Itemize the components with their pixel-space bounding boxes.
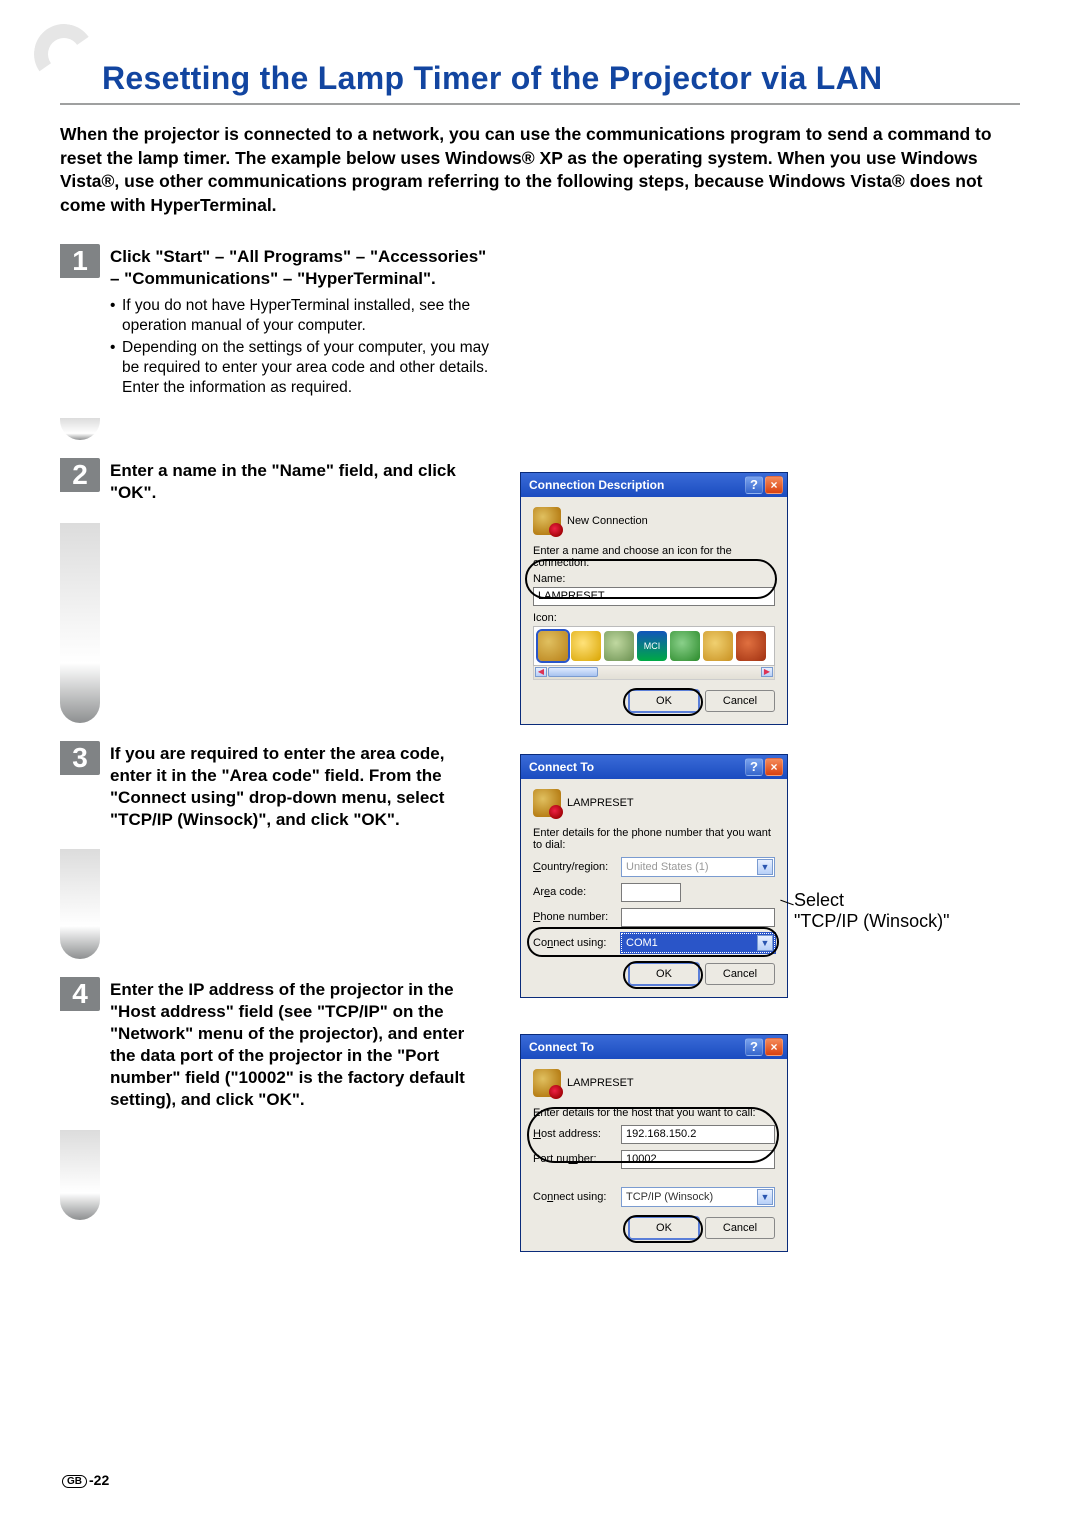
step-title: Click "Start" – "All Programs" – "Access…	[110, 246, 490, 290]
area-code-field[interactable]	[621, 883, 681, 902]
connection-description-dialog: Connection Description ? × New Connectio…	[520, 472, 788, 725]
dialog-titlebar: Connect To ? ×	[521, 1035, 787, 1059]
dialog-prompt: Enter details for the phone number that …	[533, 827, 775, 851]
country-value: United States (1)	[626, 861, 709, 873]
connect-using-label: Connect using:	[533, 1191, 613, 1203]
area-code-label: Area code:	[533, 886, 613, 898]
icon-picker[interactable]: MCI	[533, 626, 775, 666]
connection-icon	[533, 789, 561, 817]
step-2: 2 Enter a name in the "Name" field, and …	[60, 458, 490, 504]
annotation-select-tcpip: Select "TCP/IP (Winsock)"	[794, 890, 949, 932]
icon-option[interactable]: MCI	[637, 631, 667, 661]
annotation-text: "TCP/IP (Winsock)"	[794, 911, 949, 932]
connection-icon	[533, 507, 561, 535]
connection-name: New Connection	[567, 515, 648, 527]
page-num-value: -22	[89, 1472, 109, 1488]
page-number: GB-22	[62, 1472, 109, 1488]
icon-option[interactable]	[604, 631, 634, 661]
ok-button[interactable]: OK	[629, 963, 699, 985]
cancel-button[interactable]: Cancel	[705, 963, 775, 985]
country-label: CCountry/region:ountry/region:	[533, 861, 613, 873]
country-select[interactable]: United States (1) ▼	[621, 857, 775, 877]
help-icon[interactable]: ?	[745, 758, 763, 776]
name-field[interactable]	[533, 587, 775, 606]
chevron-down-icon: ▼	[757, 859, 773, 875]
chevron-down-icon: ▼	[757, 1189, 773, 1205]
help-icon[interactable]: ?	[745, 476, 763, 494]
ok-button[interactable]: OK	[629, 1217, 699, 1239]
dialog-title: Connect To	[529, 1040, 594, 1054]
ok-button[interactable]: OK	[629, 690, 699, 712]
phone-field[interactable]	[621, 908, 775, 927]
connect-using-select[interactable]: COM1 ▼	[621, 933, 775, 953]
step-title: Enter the IP address of the projector in…	[110, 979, 490, 1112]
dialog-titlebar: Connection Description ? ×	[521, 473, 787, 497]
region-badge: GB	[62, 1475, 87, 1488]
icon-option[interactable]	[571, 631, 601, 661]
connect-using-value: COM1	[626, 937, 658, 949]
step-title: Enter a name in the "Name" field, and cl…	[110, 460, 490, 504]
step-bullet: Depending on the settings of your comput…	[110, 338, 490, 398]
name-label: Name:	[533, 573, 775, 585]
connect-to-phone-dialog: Connect To ? × LAMPRESET Enter details f…	[520, 754, 788, 998]
step-3: 3 If you are required to enter the area …	[60, 741, 490, 831]
annotation-text: Select	[794, 890, 949, 911]
connect-using-value: TCP/IP (Winsock)	[626, 1191, 713, 1203]
step-number: 2	[60, 458, 100, 492]
cancel-button[interactable]: Cancel	[705, 1217, 775, 1239]
icon-option[interactable]	[703, 631, 733, 661]
close-icon[interactable]: ×	[765, 758, 783, 776]
connect-to-host-dialog: Connect To ? × LAMPRESET Enter details f…	[520, 1034, 788, 1252]
icon-option[interactable]	[736, 631, 766, 661]
step-title: If you are required to enter the area co…	[110, 743, 490, 831]
title-rule	[60, 103, 1020, 105]
dialog-title: Connection Description	[529, 478, 664, 492]
icon-scrollbar[interactable]: ◀ ▶	[533, 666, 775, 680]
port-number-label: Port number:	[533, 1153, 613, 1165]
dialog-title: Connect To	[529, 760, 594, 774]
chevron-down-icon: ▼	[757, 935, 773, 951]
scroll-thumb[interactable]	[548, 667, 598, 677]
connection-name: LAMPRESET	[567, 1077, 634, 1089]
host-address-label: Host address:	[533, 1128, 613, 1140]
connect-using-select[interactable]: TCP/IP (Winsock) ▼	[621, 1187, 775, 1207]
dialog-titlebar: Connect To ? ×	[521, 755, 787, 779]
dialog-prompt: Enter details for the host that you want…	[533, 1107, 775, 1119]
connection-icon	[533, 1069, 561, 1097]
step-number: 3	[60, 741, 100, 775]
close-icon[interactable]: ×	[765, 1038, 783, 1056]
corner-arc	[29, 19, 99, 89]
phone-label: Phone number:	[533, 911, 613, 923]
connect-using-label: Connect using:	[533, 937, 613, 949]
step-4: 4 Enter the IP address of the projector …	[60, 977, 490, 1112]
icon-option[interactable]	[538, 631, 568, 661]
scroll-right-icon[interactable]: ▶	[761, 667, 773, 677]
page-title: Resetting the Lamp Timer of the Projecto…	[102, 60, 1020, 97]
scroll-left-icon[interactable]: ◀	[535, 667, 547, 677]
step-number: 1	[60, 244, 100, 278]
close-icon[interactable]: ×	[765, 476, 783, 494]
step-1: 1 Click "Start" – "All Programs" – "Acce…	[60, 244, 490, 401]
step-bullet: If you do not have HyperTerminal install…	[110, 296, 490, 336]
screenshots-column: Connection Description ? × New Connectio…	[520, 244, 1020, 1238]
step-number: 4	[60, 977, 100, 1011]
host-address-field[interactable]	[621, 1125, 775, 1144]
port-number-field[interactable]	[621, 1150, 775, 1169]
cancel-button[interactable]: Cancel	[705, 690, 775, 712]
dialog-prompt: Enter a name and choose an icon for the …	[533, 545, 775, 569]
connection-name: LAMPRESET	[567, 797, 634, 809]
help-icon[interactable]: ?	[745, 1038, 763, 1056]
steps-column: 1 Click "Start" – "All Programs" – "Acce…	[60, 244, 490, 1238]
icon-label: Icon:	[533, 612, 775, 624]
icon-option[interactable]	[670, 631, 700, 661]
intro-paragraph: When the projector is connected to a net…	[60, 123, 1020, 218]
